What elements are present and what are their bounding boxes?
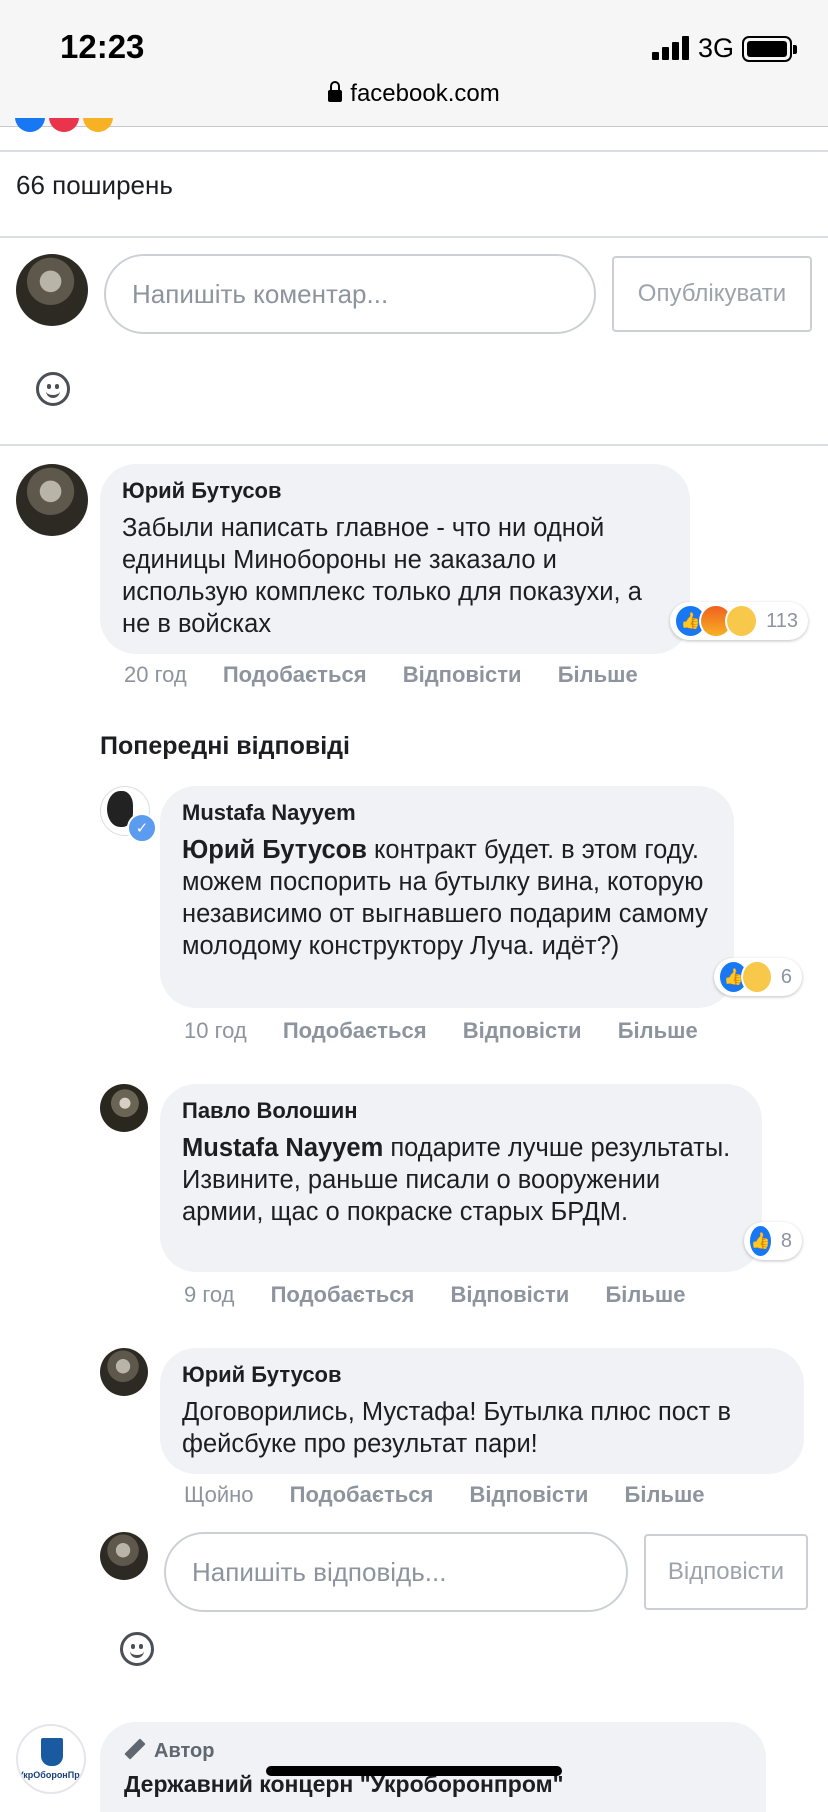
reaction-summary[interactable]: 👍 113 xyxy=(670,602,808,640)
reply-submit-button[interactable]: Відповісти xyxy=(644,1534,808,1610)
comment-bubble: Юрий Бутусов Забыли написать главное - ч… xyxy=(100,464,690,654)
love-icon xyxy=(49,118,79,132)
reply-time: 9 год xyxy=(184,1282,235,1307)
reply-text: Договорились, Мустафа! Бутылка плюс пост… xyxy=(182,1398,731,1458)
reply-time: Щойно xyxy=(184,1482,254,1507)
mention[interactable]: Юрий Бутусов xyxy=(182,836,367,864)
comment-actions: 20 год Подобається Відповісти Більше xyxy=(124,662,668,688)
more-button[interactable]: Більше xyxy=(558,662,638,687)
previous-replies-link[interactable]: Попередні відповіді xyxy=(100,732,350,761)
reaction-count: 6 xyxy=(780,965,792,988)
reply-input[interactable]: Напишіть відповідь... xyxy=(164,1532,628,1612)
emoji-icon[interactable] xyxy=(36,372,70,406)
reply-button[interactable]: Відповісти xyxy=(470,1482,589,1507)
author-badge: Автор xyxy=(124,1738,742,1763)
comment-author[interactable]: Юрий Бутусов xyxy=(122,478,668,504)
reply-bubble: Павло Волошин Mustafa Nayyem подарите лу… xyxy=(160,1084,762,1272)
pencil-icon xyxy=(124,1738,146,1760)
mention[interactable]: Mustafa Nayyem xyxy=(182,1134,383,1162)
like-icon xyxy=(15,118,45,132)
comment-input[interactable]: Напишіть коментар... xyxy=(104,254,596,334)
divider xyxy=(0,236,828,238)
address-bar[interactable]: facebook.com xyxy=(0,80,828,108)
like-icon: 👍 xyxy=(748,1224,773,1258)
reaction-summary[interactable]: 👍 6 xyxy=(714,958,802,996)
divider xyxy=(0,150,828,152)
current-user-avatar xyxy=(16,254,88,326)
reply-author[interactable]: Павло Волошин xyxy=(182,1098,740,1124)
network-type: 3G xyxy=(698,33,735,63)
more-button[interactable]: Більше xyxy=(618,1018,698,1043)
post-reactions-peek xyxy=(15,118,115,134)
reply-text: Юрий Бутусов контракт будет. в этом году… xyxy=(182,836,708,960)
reaction-count: 8 xyxy=(780,1229,792,1252)
sad-icon xyxy=(724,604,759,638)
haha-icon xyxy=(741,960,773,994)
verified-icon: ✓ xyxy=(127,813,157,843)
home-indicator[interactable] xyxy=(266,1766,562,1776)
haha-icon xyxy=(83,118,113,132)
status-time: 12:23 xyxy=(60,28,145,65)
publish-button[interactable]: Опублікувати xyxy=(612,256,812,332)
avatar[interactable] xyxy=(100,1084,148,1132)
battery-icon xyxy=(742,36,797,62)
divider xyxy=(0,444,828,446)
comment-text: Забыли написать главное - что ни одной е… xyxy=(122,514,642,638)
reply-text: Mustafa Nayyem подарите лучше результаты… xyxy=(182,1134,731,1226)
reaction-summary[interactable]: 👍 8 xyxy=(744,1222,802,1260)
avatar[interactable] xyxy=(16,464,88,536)
like-button[interactable]: Подобається xyxy=(283,1018,427,1043)
reply-actions: Щойно Подобається Відповісти Більше xyxy=(184,1482,735,1508)
reply-actions: 9 год Подобається Відповісти Більше xyxy=(184,1282,715,1308)
more-button[interactable]: Більше xyxy=(605,1282,685,1307)
reply-button[interactable]: Відповісти xyxy=(403,662,522,687)
reaction-count: 113 xyxy=(766,609,799,632)
avatar[interactable] xyxy=(100,1348,148,1396)
lock-icon xyxy=(328,81,343,102)
reply-button[interactable]: Відповісти xyxy=(463,1018,582,1043)
url-text: facebook.com xyxy=(350,80,500,107)
reply-author[interactable]: Mustafa Nayyem xyxy=(182,800,712,826)
current-user-avatar xyxy=(100,1532,148,1580)
shares-count[interactable]: 66 поширень xyxy=(16,170,173,201)
reply-actions: 10 год Подобається Відповісти Більше xyxy=(184,1018,728,1044)
emoji-icon[interactable] xyxy=(120,1632,154,1666)
ukroboronprom-logo[interactable]: УкрОборонПром xyxy=(16,1724,86,1794)
status-bar: 12:23 3G facebook.com xyxy=(0,0,828,127)
reply-button[interactable]: Відповісти xyxy=(450,1282,569,1307)
more-button[interactable]: Більше xyxy=(625,1482,705,1507)
reply-time: 10 год xyxy=(184,1018,247,1043)
like-button[interactable]: Подобається xyxy=(271,1282,415,1307)
reply-bubble: Mustafa Nayyem Юрий Бутусов контракт буд… xyxy=(160,786,734,1008)
like-button[interactable]: Подобається xyxy=(223,662,367,687)
reply-author[interactable]: Юрий Бутусов xyxy=(182,1362,782,1388)
reply-bubble: Юрий Бутусов Договорились, Мустафа! Буты… xyxy=(160,1348,804,1474)
signal-icon xyxy=(652,36,692,60)
comment-time: 20 год xyxy=(124,662,187,687)
like-button[interactable]: Подобається xyxy=(290,1482,434,1507)
